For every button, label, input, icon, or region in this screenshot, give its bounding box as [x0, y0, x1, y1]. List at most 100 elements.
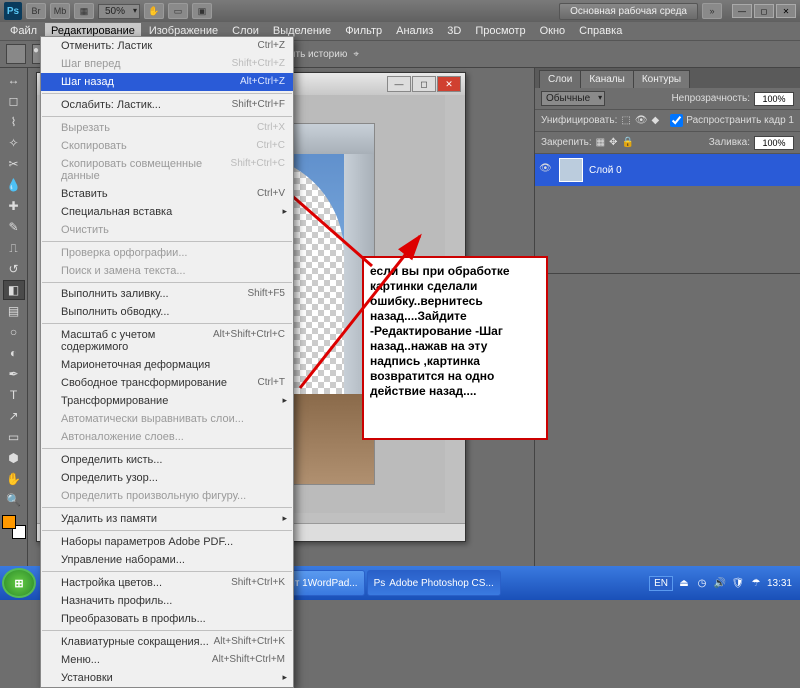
bridge-icon[interactable]: Br	[26, 3, 46, 19]
fill-input[interactable]	[754, 136, 794, 150]
gradient-tool[interactable]: ▤	[3, 301, 25, 321]
zoom-dropdown[interactable]: 50%	[98, 4, 140, 19]
layer-row[interactable]: 👁 Слой 0	[535, 154, 800, 186]
pen-tool[interactable]: ✒	[3, 364, 25, 384]
history-brush-tool[interactable]: ↺	[3, 259, 25, 279]
stamp-tool[interactable]: ⎍	[3, 238, 25, 258]
menu-file[interactable]: Файл	[4, 23, 43, 39]
wand-tool[interactable]: ✧	[3, 133, 25, 153]
hand-tool[interactable]: ✋	[3, 469, 25, 489]
clock[interactable]: 13:31	[767, 578, 792, 589]
zoom-tool[interactable]: 🔍	[3, 490, 25, 510]
system-tray: EN ⏏ ◷ 🔊 🛡 ☂ 13:31	[643, 576, 798, 591]
blend-mode-dropdown[interactable]: Обычные	[541, 91, 605, 106]
chevron-right-icon[interactable]: »	[702, 3, 722, 19]
move-tool[interactable]: ↔	[3, 70, 25, 90]
menu-item[interactable]: Масштаб с учетом содержимогоAlt+Shift+Ct…	[41, 326, 293, 356]
opacity-input[interactable]	[754, 92, 794, 106]
mini-bridge-icon[interactable]: Mb	[50, 3, 70, 19]
tray-antivirus-icon[interactable]: ☂	[749, 576, 763, 590]
doc-close-button[interactable]: ✕	[437, 76, 461, 92]
menu-item: Проверка орфографии...	[41, 244, 293, 262]
arrange-icon[interactable]: ▭	[168, 3, 188, 19]
menu-item[interactable]: Выполнить заливку...Shift+F5	[41, 285, 293, 303]
menu-item[interactable]: Ослабить: Ластик...Shift+Ctrl+F	[41, 96, 293, 114]
lock-position-icon[interactable]: ✥	[609, 137, 617, 148]
view-extras-icon[interactable]: ▦	[74, 3, 94, 19]
marquee-tool[interactable]: ◻	[3, 91, 25, 111]
menu-item[interactable]: Трансформирование	[41, 392, 293, 410]
menu-item[interactable]: Шаг назадAlt+Ctrl+Z	[41, 73, 293, 91]
menu-item: Автоматически выравнивать слои...	[41, 410, 293, 428]
menu-item[interactable]: Клавиатурные сокращения...Alt+Shift+Ctrl…	[41, 633, 293, 651]
menu-item[interactable]: Марионеточная деформация	[41, 356, 293, 374]
menu-item[interactable]: ВставитьCtrl+V	[41, 185, 293, 203]
tablet-pressure-icon[interactable]: ⌖	[353, 49, 359, 60]
menu-3d[interactable]: 3D	[441, 23, 467, 39]
menu-item[interactable]: Меню...Alt+Shift+Ctrl+M	[41, 651, 293, 669]
blur-tool[interactable]: ○	[3, 322, 25, 342]
tray-safely-remove-icon[interactable]: ⏏	[677, 576, 691, 590]
lock-all-icon[interactable]: 🔒	[622, 137, 634, 148]
workspace-switcher[interactable]: Основная рабочая среда	[559, 3, 698, 20]
propagate-checkbox[interactable]: Распространить кадр 1	[670, 114, 794, 127]
tray-shield-icon[interactable]: 🛡	[731, 576, 745, 590]
unify-visibility-icon[interactable]: 👁	[635, 115, 648, 126]
menu-item[interactable]: Отменить: ЛастикCtrl+Z	[41, 37, 293, 55]
tab-layers[interactable]: Слои	[539, 70, 581, 88]
3d-tool[interactable]: ⬢	[3, 448, 25, 468]
menu-item[interactable]: Определить кисть...	[41, 451, 293, 469]
unify-position-icon[interactable]: ⬚	[621, 115, 630, 126]
menu-item[interactable]: Свободное трансформированиеCtrl+T	[41, 374, 293, 392]
hand-icon[interactable]: ✋	[144, 3, 164, 19]
toolbox: ↔ ◻ ⌇ ✧ ✂ 💧 ✚ ✎ ⎍ ↺ ◧ ▤ ○ ◐ ✒ T ↗ ▭ ⬢ ✋ …	[0, 68, 28, 566]
menu-item[interactable]: Назначить профиль...	[41, 592, 293, 610]
tab-paths[interactable]: Контуры	[633, 70, 690, 88]
minimize-button[interactable]: —	[732, 4, 752, 18]
layer-thumbnail[interactable]	[559, 158, 583, 182]
dodge-tool[interactable]: ◐	[3, 343, 25, 363]
menu-item: Автоналожение слоев...	[41, 428, 293, 446]
menu-view[interactable]: Просмотр	[469, 23, 531, 39]
menu-item[interactable]: Выполнить обводку...	[41, 303, 293, 321]
tray-volume-icon[interactable]: 🔊	[713, 576, 727, 590]
color-swatches[interactable]	[2, 515, 26, 539]
doc-minimize-button[interactable]: —	[387, 76, 411, 92]
language-indicator[interactable]: EN	[649, 576, 673, 591]
menu-analysis[interactable]: Анализ	[390, 23, 439, 39]
menu-item[interactable]: Установки	[41, 669, 293, 687]
eraser-tool[interactable]: ◧	[3, 280, 25, 300]
screen-mode-icon[interactable]: ▣	[192, 3, 212, 19]
layer-name[interactable]: Слой 0	[589, 165, 622, 176]
menu-item[interactable]: Преобразовать в профиль...	[41, 610, 293, 628]
eyedropper-tool[interactable]: 💧	[3, 175, 25, 195]
tool-preset-icon[interactable]	[6, 44, 26, 64]
heal-tool[interactable]: ✚	[3, 196, 25, 216]
lasso-tool[interactable]: ⌇	[3, 112, 25, 132]
tray-clock-icon[interactable]: ◷	[695, 576, 709, 590]
annotation-tip: если вы при обработке картинки сделали о…	[362, 256, 548, 440]
menu-item[interactable]: Специальная вставка	[41, 203, 293, 221]
menu-item[interactable]: Наборы параметров Adobe PDF...	[41, 533, 293, 551]
menu-item[interactable]: Удалить из памяти	[41, 510, 293, 528]
menu-filter[interactable]: Фильтр	[339, 23, 388, 39]
menu-item[interactable]: Настройка цветов...Shift+Ctrl+K	[41, 574, 293, 592]
tab-channels[interactable]: Каналы	[580, 70, 634, 88]
crop-tool[interactable]: ✂	[3, 154, 25, 174]
lock-pixels-icon[interactable]: ▦	[596, 137, 605, 148]
menu-item[interactable]: Управление наборами...	[41, 551, 293, 569]
type-tool[interactable]: T	[3, 385, 25, 405]
menu-item[interactable]: Определить узор...	[41, 469, 293, 487]
shape-tool[interactable]: ▭	[3, 427, 25, 447]
close-button[interactable]: ✕	[776, 4, 796, 18]
task-photoshop[interactable]: Ps Adobe Photoshop CS...	[367, 570, 501, 596]
brush-tool[interactable]: ✎	[3, 217, 25, 237]
visibility-icon[interactable]: 👁	[539, 163, 553, 177]
maximize-button[interactable]: ◻	[754, 4, 774, 18]
menu-window[interactable]: Окно	[534, 23, 572, 39]
doc-maximize-button[interactable]: ◻	[412, 76, 436, 92]
menu-help[interactable]: Справка	[573, 23, 628, 39]
unify-style-icon[interactable]: ◆	[652, 115, 660, 126]
start-button[interactable]: ⊞	[2, 568, 36, 598]
path-tool[interactable]: ↗	[3, 406, 25, 426]
